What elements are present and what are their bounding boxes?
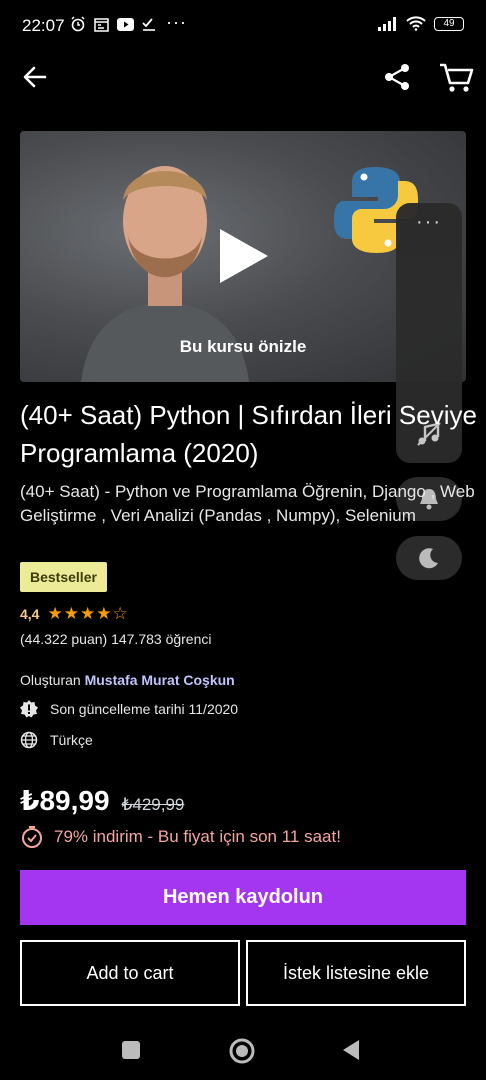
floating-dark-mode-toggle[interactable] (396, 536, 462, 580)
floating-more-icon[interactable]: ··· (396, 211, 462, 234)
star-icon: ★ (63, 604, 79, 623)
cart-icon[interactable] (438, 62, 474, 94)
globe-icon (20, 731, 38, 749)
star-icon: ★ (79, 604, 96, 623)
share-icon[interactable] (382, 62, 412, 92)
rating-value: 4,4 (20, 606, 40, 622)
bestseller-badge: Bestseller (20, 562, 107, 592)
back-triangle-icon[interactable] (342, 1039, 360, 1061)
status-notification-icons (70, 16, 156, 32)
home-icon[interactable] (229, 1038, 255, 1064)
signal-icon (378, 16, 396, 31)
course-subtitle: (40+ Saat) - Python ve Programlama Öğren… (20, 482, 475, 525)
enroll-button[interactable]: Hemen kaydolun (20, 870, 466, 925)
rating-stars: ★ ★ ★ ★ ☆ (47, 604, 127, 624)
discount-row: 79% indirim - Bu fiyat için son 11 saat! (20, 825, 341, 849)
task-check-icon (142, 18, 155, 31)
alarm-clock-icon (22, 826, 42, 848)
star-outline-icon: ☆ (112, 604, 128, 623)
calendar-icon (94, 17, 109, 32)
back-arrow-icon[interactable] (20, 62, 50, 92)
created-by-label: Oluşturan (20, 672, 81, 688)
original-price: ₺429,99 (121, 795, 185, 814)
alarm-icon (71, 16, 85, 32)
language-text: Türkçe (50, 732, 93, 748)
rating-row: 4,4 ★ ★ ★ ★ ☆ (20, 604, 128, 624)
rating-counts: (44.322 puan) 147.783 öğrenci (20, 631, 212, 647)
status-time: 22:07 (22, 16, 65, 35)
last-updated-row: Son güncelleme tarihi 11/2020 (20, 700, 238, 718)
wifi-icon (406, 16, 426, 31)
course-title: (40+ Saat) Python | Sıfırdan İleri Seviy… (20, 400, 477, 468)
creator-line: Oluşturan Mustafa Murat Coşkun (20, 672, 235, 688)
battery-icon: 49 (434, 16, 464, 31)
current-price: ₺89,99 (20, 785, 110, 816)
add-to-cart-button[interactable]: Add to cart (20, 940, 240, 1006)
instructor-link[interactable]: Mustafa Murat Coşkun (85, 672, 235, 688)
last-updated-text: Son güncelleme tarihi 11/2020 (50, 701, 239, 717)
moon-icon (419, 548, 438, 569)
status-more-icon: ··· (166, 12, 187, 32)
alert-badge-icon (20, 700, 38, 718)
price-row: ₺89,99 ₺429,99 (20, 784, 184, 817)
status-system-icons: 49 (378, 16, 464, 31)
star-icon: ★ (96, 604, 112, 623)
recent-apps-icon[interactable] (122, 1041, 140, 1059)
play-icon[interactable] (218, 227, 270, 285)
system-navigation-bar (0, 1020, 486, 1080)
language-row: Türkçe (20, 731, 93, 749)
discount-text: 79% indirim - Bu fiyat için son 11 saat! (54, 827, 341, 846)
wishlist-button[interactable]: İstek listesine ekle (246, 940, 466, 1006)
star-icon: ★ (47, 604, 63, 623)
youtube-icon (117, 17, 134, 31)
